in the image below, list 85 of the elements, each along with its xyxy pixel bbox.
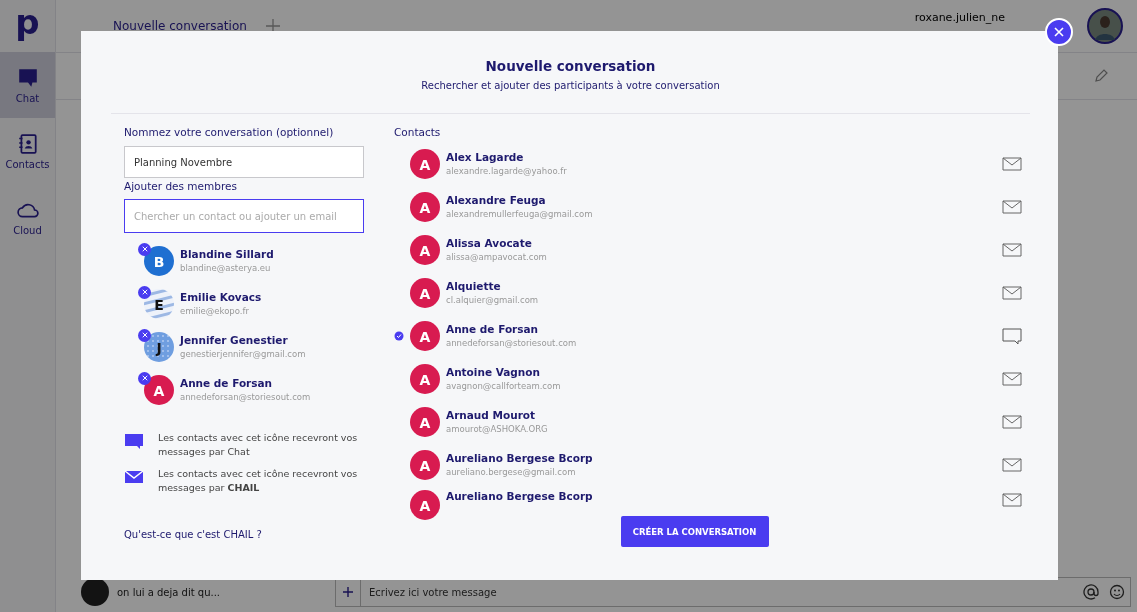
avatar: A — [410, 363, 440, 394]
contact-name: Aureliano Bergese Bcorp — [446, 490, 594, 502]
app-logo[interactable]: p — [15, 0, 40, 52]
message-preview: on lui a deja dit qu... — [117, 586, 222, 598]
contact-row[interactable]: A Alexandre Feuga alexandremullerfeuga@gmail.com — [394, 185, 1030, 228]
contact-row[interactable]: A Alex Lagarde alexandre.lagarde@yahoo.fr — [394, 142, 1030, 185]
close-icon — [1053, 26, 1065, 38]
username: roxane.julien_ne — [914, 11, 1005, 24]
contact-name: Antoine Vagnon — [446, 366, 541, 378]
remove-button[interactable] — [138, 328, 151, 342]
contact-email: amourot@ASHOKA.ORG — [446, 424, 549, 434]
field-label: Nommez votre conversation (optionnel) — [124, 126, 335, 138]
chat-icon[interactable] — [1002, 325, 1022, 346]
nav-item[interactable]: Chat — [0, 52, 55, 118]
close-icon — [141, 332, 148, 338]
contact-email: alissa@ampavocat.com — [446, 252, 548, 262]
help-link[interactable]: Qu'est-ce que c'est CHAIL ? — [124, 529, 364, 540]
emoji-icon[interactable] — [1109, 584, 1125, 600]
contact-name: Anne de Forsan — [446, 323, 540, 335]
nav-item[interactable]: Contacts — [0, 118, 55, 184]
contact-name: Alquiette — [446, 280, 502, 292]
close-icon — [141, 246, 148, 252]
avatar: E — [144, 288, 174, 319]
contact-name: Arnaud Mourot — [446, 409, 537, 421]
conversation-tab[interactable]: Nouvelle conversation — [113, 19, 247, 33]
create-conversation-button[interactable]: CRÉER LA CONVERSATION — [620, 516, 769, 547]
member-name: Emilie Kovacs — [180, 291, 262, 303]
remove-button[interactable] — [138, 371, 151, 385]
contact-email: avagnon@callforteam.com — [446, 381, 562, 391]
mention-icon[interactable] — [1083, 584, 1099, 600]
avatar: A — [410, 277, 440, 308]
avatar: A — [410, 320, 440, 351]
contact-row[interactable]: A Anne de Forsan annedeforsan@storiesout.com — [394, 314, 1030, 357]
contact-name: Aureliano Bergese Bcorp — [446, 452, 594, 464]
chat-icon — [124, 431, 144, 451]
contact-email: alexandremullerfeuga@gmail.com — [446, 209, 594, 219]
pencil-icon[interactable] — [1093, 68, 1109, 84]
remove-button[interactable] — [138, 285, 151, 299]
avatar: A — [410, 406, 440, 437]
member-email: genestierjennifer@gmail.com — [180, 349, 306, 359]
member-email: annedeforsan@storiesout.com — [180, 392, 311, 402]
contact-row[interactable]: A Alquiette cl.alquier@gmail.com — [394, 271, 1030, 314]
avatar: A — [410, 148, 440, 179]
dialog-title: Nouvelle conversation — [484, 58, 657, 74]
contact-row[interactable]: A Aureliano Bergese Bcorp aureliano.bergese@gmail.com — [394, 443, 1030, 486]
avatar: B — [144, 245, 174, 276]
field-label: Ajouter des membres — [124, 180, 238, 192]
contact-email: aureliano.bergese@gmail.com — [446, 467, 577, 477]
dialog-subtitle: Rechercher et ajouter des participants à votre conversation — [111, 80, 1030, 114]
contact-email: cl.alquier@gmail.com — [446, 295, 540, 305]
contact-row[interactable]: A Antoine Vagnon avagnon@callforteam.com — [394, 357, 1030, 400]
message-input[interactable]: Ecrivez ici votre message — [361, 578, 1078, 606]
close-icon — [141, 289, 148, 295]
avatar: A — [410, 234, 440, 265]
legend-text: Les contacts avec cet icône recevront vos messages par Chat — [158, 431, 359, 459]
avatar: A — [410, 449, 440, 480]
contact-name: Alexandre Feuga — [446, 194, 547, 206]
member-name: Blandine Sillard — [180, 248, 274, 260]
avatar: A — [410, 191, 440, 222]
contact-row[interactable]: A Alissa Avocate alissa@ampavocat.com — [394, 228, 1030, 271]
close-icon — [141, 375, 148, 381]
nav-item[interactable]: Cloud — [0, 184, 55, 250]
avatar-icon — [81, 578, 109, 606]
contact-row[interactable]: A Arnaud Mourot amourot@ASHOKA.ORG — [394, 400, 1030, 443]
name-field[interactable]: Planning Novembre — [124, 146, 364, 178]
section-label: Contacts — [394, 126, 442, 138]
remove-button[interactable] — [138, 242, 151, 256]
mail-icon[interactable] — [1002, 490, 1022, 510]
chat-icon — [16, 66, 39, 89]
member-email: blandine@asterya.eu — [180, 263, 272, 273]
avatar: A — [410, 490, 440, 520]
member-email: emilie@ekopo.fr — [180, 306, 250, 316]
member-name: Jennifer Genestier — [180, 334, 289, 346]
contact-email: alexandre.lagarde@yahoo.fr — [446, 166, 568, 176]
search-field[interactable]: Chercher un contact ou ajouter un email — [124, 199, 364, 233]
contact-name: Alissa Avocate — [446, 237, 533, 249]
contacts-icon — [16, 132, 39, 155]
user-avatar[interactable] — [1087, 8, 1123, 44]
contact-email: annedeforsan@storiesout.com — [446, 338, 578, 348]
legend-text: Les contacts avec cet icône recevront vos messages par CHAIL — [158, 467, 359, 495]
member-name: Anne de Forsan — [180, 377, 274, 389]
avatar: J — [144, 331, 174, 362]
add-icon[interactable] — [264, 18, 281, 34]
contact-name: Alex Lagarde — [446, 151, 525, 163]
avatar: A — [144, 374, 174, 405]
